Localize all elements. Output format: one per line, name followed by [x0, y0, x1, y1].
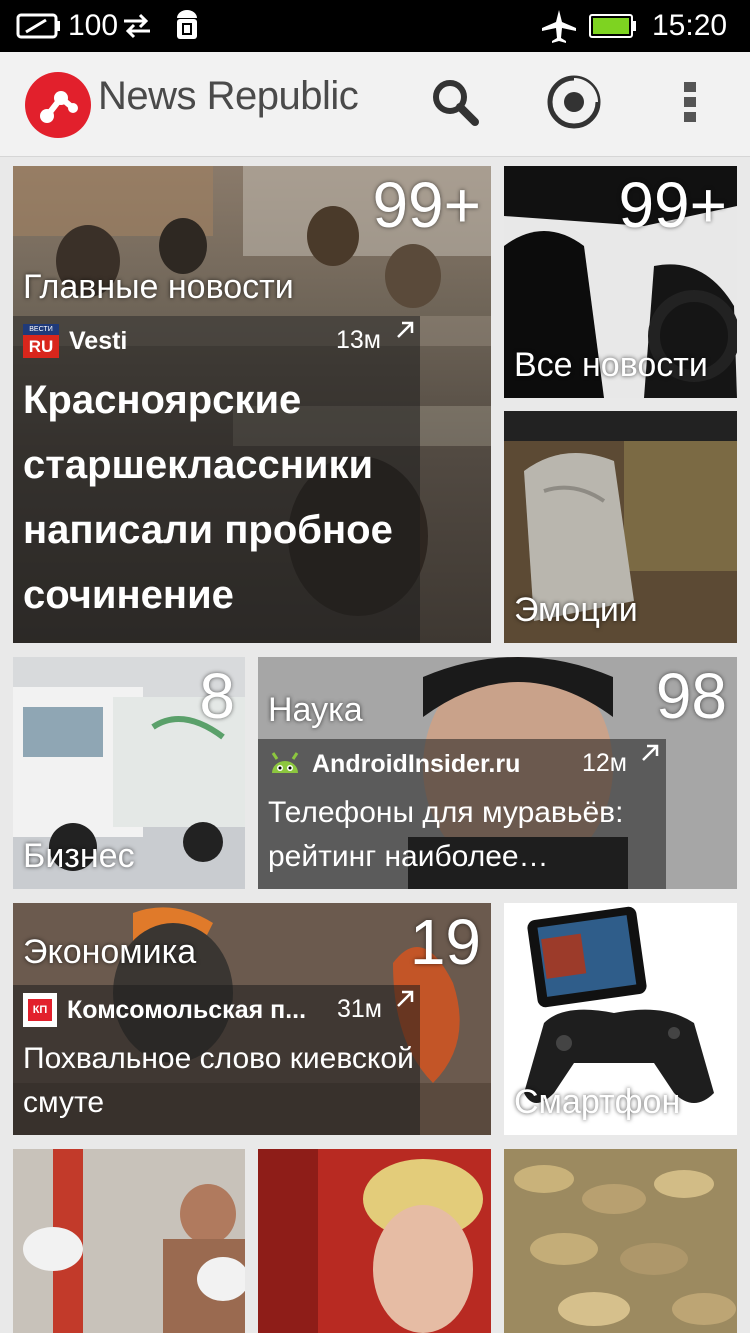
- science-category: Наука: [268, 691, 363, 729]
- headline-line: старшеклассники: [23, 443, 374, 487]
- vesti-badge-top-text: ВЕСТИ: [23, 324, 59, 335]
- all-news-count: 99+: [618, 169, 727, 241]
- sync-arrows-icon: [120, 0, 154, 52]
- refresh-icon[interactable]: [542, 70, 606, 134]
- headline-line: Красноярские: [23, 378, 302, 422]
- kp-badge-text: КП: [28, 999, 52, 1021]
- source-name: Комсомольская п...: [67, 995, 307, 1024]
- article-source: КП Комсомольская п...: [23, 993, 306, 1027]
- all-news-category: Все новости: [514, 346, 708, 384]
- science-count: 98: [655, 660, 727, 732]
- article-headline: Похвальное слово киевской смуте: [23, 1037, 414, 1125]
- tile-science[interactable]: 98 Наука AndroidInsider.ru 12м Телефоны …: [258, 657, 737, 889]
- tile-emotions[interactable]: Эмоции: [504, 411, 737, 643]
- battery-level-text: 100: [68, 9, 119, 42]
- headline-line: сочинение: [23, 573, 234, 617]
- headline-line: написали пробное: [23, 508, 393, 552]
- source-name: Vesti: [69, 326, 128, 355]
- coins-photo: [504, 1149, 737, 1333]
- business-category: Бизнес: [23, 837, 135, 875]
- headline-line: Телефоны для муравьёв:: [268, 796, 624, 829]
- politician-photo: [258, 1149, 491, 1333]
- tile-smartphone[interactable]: Смартфон: [504, 903, 737, 1135]
- battery-icon: [16, 0, 62, 52]
- status-bar: 100 15:20: [0, 0, 750, 52]
- search-icon[interactable]: [423, 70, 487, 134]
- smartphone-category: Смартфон: [514, 1083, 681, 1121]
- android-logo-icon: [268, 747, 302, 781]
- article-time: 13м: [336, 326, 381, 354]
- tile-business[interactable]: 8 Бизнес: [13, 657, 245, 889]
- vesti-logo-icon: ВЕСТИ RU: [23, 324, 59, 358]
- headline-line: рейтинг наиболее…: [268, 840, 549, 873]
- top-news-count: 99+: [372, 169, 481, 241]
- tile-coins[interactable]: [504, 1149, 737, 1333]
- tile-boxing[interactable]: [13, 1149, 245, 1333]
- tile-top-news[interactable]: 99+ Главные новости ВЕСТИ RU Vesti 13м К…: [13, 166, 491, 643]
- headline-line: смуте: [23, 1086, 105, 1119]
- source-name: AndroidInsider.ru: [312, 749, 521, 778]
- external-link-icon: [395, 320, 415, 346]
- kp-logo-icon: КП: [23, 993, 57, 1027]
- emotions-category: Эмоции: [514, 591, 638, 629]
- boxing-photo: [13, 1149, 245, 1333]
- app-bar: News Republic: [0, 52, 750, 157]
- top-news-category: Главные новости: [23, 268, 294, 306]
- overflow-menu-icon[interactable]: [658, 70, 722, 134]
- tile-all-news[interactable]: 99+ Все новости: [504, 166, 737, 398]
- battery-full-icon: [588, 0, 638, 52]
- airplane-icon: [540, 0, 578, 52]
- economy-category: Экономика: [23, 933, 197, 971]
- android-debug-icon: [172, 0, 202, 52]
- economy-count: 19: [409, 906, 481, 978]
- article-time: 12м: [582, 749, 627, 777]
- article-source: AndroidInsider.ru: [268, 747, 520, 781]
- article-time: 31м: [337, 995, 382, 1023]
- economy-article[interactable]: КП Комсомольская п... 31м Похвальное сло…: [13, 985, 420, 1135]
- article-headline: Телефоны для муравьёв: рейтинг наиболее…: [268, 791, 623, 879]
- news-republic-logo[interactable]: [25, 72, 91, 138]
- business-count: 8: [199, 660, 235, 732]
- science-article[interactable]: AndroidInsider.ru 12м Телефоны для мурав…: [258, 739, 666, 889]
- vesti-badge-text: RU: [28, 337, 54, 356]
- clock: 15:20: [652, 9, 728, 42]
- headline-line: Похвальное слово киевской: [23, 1042, 414, 1075]
- external-link-icon: [640, 743, 660, 769]
- tile-economy[interactable]: 19 Экономика КП Комсомольская п... 31м П…: [13, 903, 491, 1135]
- top-news-article[interactable]: ВЕСТИ RU Vesti 13м Красноярские старшекл…: [13, 316, 420, 643]
- external-link-icon: [395, 989, 415, 1015]
- tile-politics[interactable]: [258, 1149, 491, 1333]
- article-source: ВЕСТИ RU Vesti: [23, 324, 127, 358]
- app-title: News Republic: [98, 74, 359, 118]
- article-headline: Красноярские старшеклассники написали пр…: [23, 368, 393, 628]
